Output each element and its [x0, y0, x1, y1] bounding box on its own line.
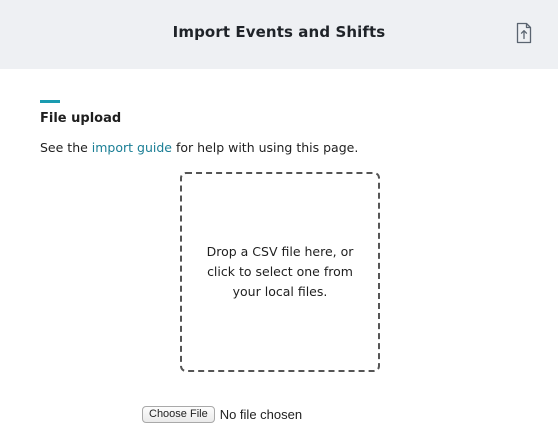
section-accent-bar	[40, 100, 60, 103]
file-input: Choose File No file chosen	[142, 405, 302, 423]
section-title: File upload	[40, 111, 122, 126]
file-status: No file chosen	[219, 406, 303, 422]
csv-dropzone[interactable]: Drop a CSV file here, or click to select…	[180, 172, 380, 372]
dropzone-text: Drop a CSV file here, or click to select…	[206, 244, 354, 299]
help-text-suffix: for help with using this page.	[171, 140, 359, 155]
import-guide-link[interactable]: import guide	[92, 140, 172, 155]
help-text: See the import guide for help with using…	[40, 140, 358, 155]
page-header: Import Events and Shifts	[0, 0, 558, 69]
choose-file-button[interactable]: Choose File	[142, 405, 215, 423]
file-upload-icon[interactable]	[514, 22, 534, 44]
page-title: Import Events and Shifts	[172, 23, 386, 41]
help-text-prefix: See the	[40, 140, 92, 155]
